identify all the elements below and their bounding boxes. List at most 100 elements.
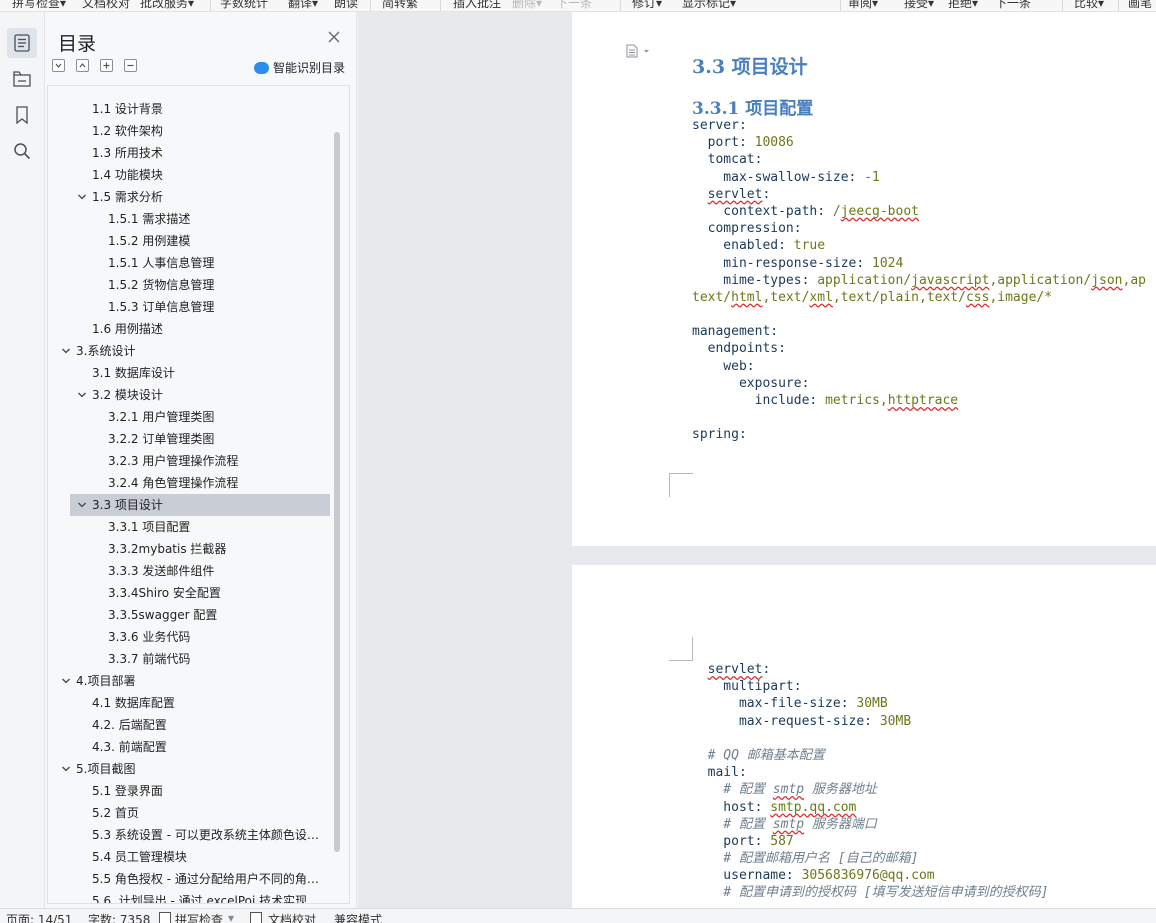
code-token: mail: (692, 765, 747, 781)
toc-item[interactable]: 3.3.6 业务代码 (48, 626, 330, 648)
ribbon-button[interactable]: 画笔 (1128, 0, 1152, 11)
code-token: json (1091, 272, 1123, 288)
toc-item[interactable]: 5.3 系统设置 - 可以更改系统主体颜色设… (48, 824, 330, 846)
toc-panel-icon[interactable] (7, 28, 37, 58)
ribbon-button[interactable]: 朗读 (334, 0, 358, 11)
code-line: tomcat: (692, 151, 1146, 168)
smart-toc-button[interactable]: 智能识别目录 (254, 59, 345, 76)
toc-item[interactable]: 1.5.3 订单信息管理 (48, 296, 330, 318)
proofread-label[interactable]: 文档校对 (268, 911, 316, 923)
ribbon-button[interactable]: 批改服务▾ (140, 0, 194, 11)
chevron-down-icon[interactable] (77, 384, 87, 406)
ribbon-button[interactable]: 接受▾ (904, 0, 934, 11)
spell-check-label[interactable]: 拼写检查 (175, 911, 223, 923)
toc-item-label: 5.5 角色授权 - 通过分配给用户不同的角… (92, 872, 319, 886)
toc-item[interactable]: 1.1 设计背景 (48, 98, 330, 120)
toc-item[interactable]: 3.2.4 角色管理操作流程 (48, 472, 330, 494)
toc-item[interactable]: 3.2 模块设计 (48, 384, 330, 406)
toc-item[interactable]: 1.5.2 用例建模 (48, 230, 330, 252)
chevron-down-icon[interactable]: ▾ (228, 911, 234, 923)
document-icon[interactable] (626, 44, 652, 61)
toc-item[interactable]: 3.系统设计 (48, 340, 330, 362)
collapse-up-icon[interactable] (76, 59, 89, 72)
toc-item[interactable]: 5.项目截图 (48, 758, 330, 780)
toc-item[interactable]: 5.1 登录界面 (48, 780, 330, 802)
chevron-down-icon[interactable] (61, 340, 71, 362)
code-token: mime-types: (692, 272, 818, 288)
ribbon-button[interactable]: 插入批注 (453, 0, 501, 11)
toc-item[interactable]: 1.5 需求分析 (48, 186, 330, 208)
toc-item[interactable]: 3.3.1 项目配置 (48, 516, 330, 538)
page-indicator[interactable]: 页面: 14/51 (6, 911, 72, 923)
toc-item-label: 1.5.2 用例建模 (108, 234, 191, 248)
expand-down-icon[interactable] (52, 59, 65, 72)
toc-item[interactable]: 1.5.2 货物信息管理 (48, 274, 330, 296)
toc-item[interactable]: 3.2.2 订单管理类图 (48, 428, 330, 450)
chevron-down-icon[interactable] (61, 670, 71, 692)
ribbon-button[interactable]: 下一条 (995, 0, 1031, 11)
toc-item[interactable]: 1.6 用例描述 (48, 318, 330, 340)
toc-item[interactable]: 5.5 角色授权 - 通过分配给用户不同的角… (48, 868, 330, 890)
toc-item[interactable]: 1.5.1 人事信息管理 (48, 252, 330, 274)
code-line: host: smtp.qq.com (692, 799, 1048, 816)
ribbon-button[interactable]: 拼写检查▾ (12, 0, 66, 11)
toc-panel: 目录 智能识别目录 1.1 设计背景 1.2 软件架构 1.3 所用技术 1.4 功能… (45, 12, 357, 908)
toc-item[interactable]: 4.2. 后端配置 (48, 714, 330, 736)
ribbon-button[interactable]: 拒绝▾ (948, 0, 978, 11)
toc-item[interactable]: 3.2.1 用户管理类图 (48, 406, 330, 428)
toc-item[interactable]: 5.2 首页 (48, 802, 330, 824)
plus-icon[interactable] (100, 59, 113, 72)
toc-item[interactable]: 1.4 功能模块 (48, 164, 330, 186)
toc-item[interactable]: 3.2.3 用户管理操作流程 (48, 450, 330, 472)
toc-scrollbar[interactable] (334, 132, 340, 852)
toc-item-label: 4.1 数据库配置 (92, 696, 175, 710)
toc-item[interactable]: 4.项目部署 (48, 670, 330, 692)
minus-icon[interactable] (124, 59, 137, 72)
code-token: 10086 (754, 135, 794, 151)
compat-mode-label: 兼容模式 (334, 913, 383, 923)
toc-item[interactable]: 3.3 项目设计 (70, 494, 330, 516)
ribbon-button[interactable]: 显示标记▾ (682, 0, 736, 11)
chevron-down-icon[interactable] (77, 494, 87, 516)
spell-check-checkbox[interactable] (159, 912, 171, 923)
toc-item[interactable]: 3.3.4Shiro 安全配置 (48, 582, 330, 604)
ribbon-button[interactable]: 修订▾ (632, 0, 662, 11)
chevron-down-icon[interactable] (61, 758, 71, 780)
code-token: -1 (864, 169, 880, 185)
close-icon[interactable] (327, 30, 343, 46)
chevron-down-icon[interactable] (77, 186, 87, 208)
toc-item[interactable]: 3.3.3 发送邮件组件 (48, 560, 330, 582)
ribbon-button[interactable]: 下一条 (556, 0, 592, 11)
toc-item[interactable]: 1.2 软件架构 (48, 120, 330, 142)
ribbon-button[interactable]: 比较▾ (1074, 0, 1104, 11)
section-navigation-icon[interactable] (7, 64, 37, 94)
ribbon-button[interactable]: 删除▾ (512, 0, 542, 11)
ribbon-button[interactable]: 审阅▾ (848, 0, 878, 11)
code-line: port: 10086 (692, 134, 1146, 151)
toc-item-label: 3.2.3 用户管理操作流程 (108, 454, 239, 468)
search-icon[interactable] (7, 136, 37, 166)
toc-item[interactable]: 4.3. 前端配置 (48, 736, 330, 758)
toc-item[interactable]: 4.1 数据库配置 (48, 692, 330, 714)
toc-item[interactable]: 3.3.2mybatis 拦截器 (48, 538, 330, 560)
code-line (692, 730, 1048, 747)
status-bar: 页面: 14/51 字数: 7358 拼写检查 ▾ 文档校对 兼容模式 (0, 908, 1156, 923)
ribbon-button[interactable]: 简转繁 (382, 0, 418, 11)
toc-item[interactable]: 5.4 员工管理模块 (48, 846, 330, 868)
toc-item[interactable]: 1.5.1 需求描述 (48, 208, 330, 230)
ribbon-button[interactable]: 字数统计 (220, 0, 268, 11)
code-line: server: (692, 117, 1146, 134)
toc-item[interactable]: 3.1 数据库设计 (48, 362, 330, 384)
toc-item[interactable]: 5.6. 计划导出 - 通过 excelPoi 技术实现… (48, 890, 330, 903)
code-line: enabled: true (692, 237, 1146, 254)
code-token: smtp (772, 782, 805, 798)
toc-item[interactable]: 3.3.7 前端代码 (48, 648, 330, 670)
ribbon-button[interactable]: 翻译▾ (288, 0, 318, 11)
toc-item[interactable]: 3.3.5swagger 配置 (48, 604, 330, 626)
ribbon-button[interactable]: 文档校对 (82, 0, 130, 11)
toc-item[interactable]: 1.3 所用技术 (48, 142, 330, 164)
proofread-checkbox[interactable] (250, 912, 262, 923)
bookmark-icon[interactable] (7, 100, 37, 130)
toc-item-label: 1.6 用例描述 (92, 322, 163, 336)
word-count[interactable]: 字数: 7358 (88, 911, 150, 923)
